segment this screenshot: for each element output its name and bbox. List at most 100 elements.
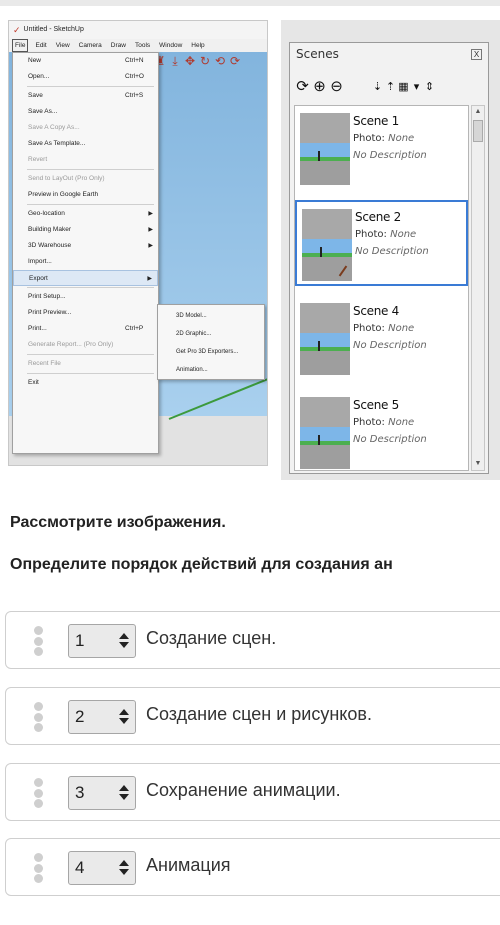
scene-thumbnail bbox=[302, 209, 352, 281]
updown-arrow-icon bbox=[119, 783, 129, 803]
file-menu-building-maker[interactable]: Building Maker ▶ bbox=[13, 222, 158, 238]
scene-description: No Description bbox=[355, 246, 429, 257]
show-details-icon[interactable]: ⇕ bbox=[423, 80, 436, 93]
file-menu-3d-warehouse[interactable]: 3D Warehouse ▶ bbox=[13, 238, 158, 254]
file-menu-geo-location-label: Geo-location bbox=[28, 210, 65, 217]
menu-camera[interactable]: Camera bbox=[77, 39, 104, 52]
scenes-toolbar: ⟳ ⊕ ⊖ ⇣ ⇡ ▦ ▾ ⇕ bbox=[294, 73, 484, 99]
submenu-arrow-icon: ▶ bbox=[147, 276, 152, 282]
file-menu-print[interactable]: Print... Ctrl+P bbox=[13, 321, 158, 337]
file-menu-exit[interactable]: Exit bbox=[13, 375, 158, 391]
export-3d-model[interactable]: 3D Model... bbox=[158, 307, 264, 325]
scene-item[interactable]: Scene 1 Photo: None No Description bbox=[295, 106, 468, 192]
scroll-up-icon[interactable]: ▲ bbox=[472, 106, 484, 118]
drag-handle-icon[interactable] bbox=[33, 853, 43, 883]
shortcut-label: Ctrl+N bbox=[125, 57, 144, 64]
photo-value: None bbox=[388, 133, 415, 144]
scroll-down-icon[interactable]: ▼ bbox=[472, 458, 484, 470]
order-select-value: 3 bbox=[75, 783, 85, 802]
order-select[interactable]: 1 bbox=[68, 624, 136, 658]
menu-edit[interactable]: Edit bbox=[33, 39, 48, 52]
menu-file[interactable]: File bbox=[12, 39, 29, 52]
order-item-label: Сохранение анимации. bbox=[146, 780, 341, 800]
file-menu-3d-warehouse-label: 3D Warehouse bbox=[28, 242, 72, 249]
file-menu-import[interactable]: Import... bbox=[13, 254, 158, 270]
order-select[interactable]: 3 bbox=[68, 776, 136, 810]
file-menu-save[interactable]: Save Ctrl+S bbox=[13, 88, 158, 104]
file-menu-send-to-layout: Send to LayOut (Pro Only) bbox=[28, 175, 105, 182]
remove-scene-icon[interactable]: ⊖ bbox=[328, 77, 345, 95]
drag-handle-icon[interactable] bbox=[33, 778, 43, 808]
order-select[interactable]: 4 bbox=[68, 851, 136, 885]
view-options-icon[interactable]: ▦ bbox=[397, 80, 410, 93]
update-scene-icon[interactable]: ⟳ bbox=[294, 77, 311, 95]
file-menu-export[interactable]: Export ▶ bbox=[13, 270, 158, 286]
menu-draw[interactable]: Draw bbox=[109, 39, 128, 52]
close-icon[interactable]: X bbox=[471, 49, 482, 60]
drag-handle-icon[interactable] bbox=[33, 626, 43, 656]
file-menu-preview-google-earth[interactable]: Preview in Google Earth bbox=[13, 187, 158, 203]
photo-label: Photo: bbox=[353, 323, 385, 334]
rotate-icon[interactable]: ↻ bbox=[199, 54, 211, 69]
menu-separator bbox=[27, 204, 154, 205]
file-menu-print-preview[interactable]: Print Preview... bbox=[13, 305, 158, 321]
scene-thumbnail bbox=[300, 303, 350, 375]
file-menu-open[interactable]: Open... Ctrl+O bbox=[13, 69, 158, 85]
photo-label: Photo: bbox=[355, 229, 387, 240]
shortcut-label: Ctrl+P bbox=[125, 325, 144, 332]
menu-help[interactable]: Help bbox=[189, 39, 206, 52]
scene-item[interactable]: Scene 5 Photo: None No Description bbox=[295, 390, 468, 470]
scroll-thumb[interactable] bbox=[473, 120, 483, 142]
file-menu-generate-report: Generate Report... (Pro Only) bbox=[28, 341, 114, 348]
order-item[interactable]: 3 Сохранение анимации. bbox=[5, 763, 500, 821]
scenes-scrollbar[interactable]: ▲ ▼ bbox=[471, 105, 485, 471]
question-prompt: Определите порядок действий для создания… bbox=[10, 556, 393, 573]
order-select-value: 2 bbox=[75, 707, 85, 726]
sketchup-toolbar: ♜ ⤓ ✥ ↻ ⟲ ⟳ bbox=[154, 54, 241, 69]
photo-value: None bbox=[390, 229, 417, 240]
submenu-arrow-icon: ▶ bbox=[148, 227, 153, 233]
move-scene-up-icon[interactable]: ⇡ bbox=[384, 80, 397, 93]
file-menu-new[interactable]: New Ctrl+N bbox=[13, 53, 158, 69]
scene-item-selected[interactable]: Scene 2 Photo: None No Description bbox=[295, 200, 468, 286]
export-get-pro-exporters[interactable]: Get Pro 3D Exporters... bbox=[158, 343, 264, 361]
scene-name: Scene 5 bbox=[353, 398, 399, 412]
order-item[interactable]: 4 Анимация bbox=[5, 838, 500, 896]
view-options-dropdown-icon[interactable]: ▾ bbox=[410, 80, 423, 93]
move-scene-down-icon[interactable]: ⇣ bbox=[371, 80, 384, 93]
updown-arrow-icon bbox=[119, 631, 129, 651]
menu-separator bbox=[27, 354, 154, 355]
drag-handle-icon[interactable] bbox=[33, 702, 43, 732]
add-scene-icon[interactable]: ⊕ bbox=[311, 77, 328, 95]
order-select[interactable]: 2 bbox=[68, 700, 136, 734]
sketchup-titlebar: ✓ Untitled - SketchUp bbox=[9, 21, 267, 39]
move-icon[interactable]: ✥ bbox=[184, 54, 196, 69]
shortcut-label: Ctrl+S bbox=[125, 92, 144, 99]
push-pull-icon[interactable]: ⤓ bbox=[169, 54, 181, 69]
scene-description: No Description bbox=[353, 434, 427, 445]
file-menu-geo-location[interactable]: Geo-location ▶ bbox=[13, 206, 158, 222]
file-menu-print-setup[interactable]: Print Setup... bbox=[13, 289, 158, 305]
scene-name: Scene 2 bbox=[355, 210, 401, 224]
order-item[interactable]: 2 Создание сцен и рисунков. bbox=[5, 687, 500, 745]
orbit-icon[interactable]: ⟳ bbox=[229, 54, 241, 69]
scene-name: Scene 1 bbox=[353, 114, 399, 128]
order-item-label: Анимация bbox=[146, 855, 231, 875]
scene-description: No Description bbox=[353, 340, 427, 351]
order-select-value: 1 bbox=[75, 631, 85, 650]
file-menu-save-copy-as: Save A Copy As... bbox=[28, 124, 80, 131]
order-select-value: 4 bbox=[75, 858, 85, 877]
export-animation[interactable]: Animation... bbox=[158, 361, 264, 379]
photo-value: None bbox=[388, 417, 415, 428]
scene-item[interactable]: Scene 4 Photo: None No Description bbox=[295, 296, 468, 382]
shortcut-label: Ctrl+O bbox=[125, 73, 144, 80]
menu-view[interactable]: View bbox=[54, 39, 72, 52]
file-menu-save-as[interactable]: Save As... bbox=[13, 104, 158, 120]
menu-window[interactable]: Window bbox=[157, 39, 184, 52]
file-menu-save-as-template[interactable]: Save As Template... bbox=[13, 136, 158, 152]
follow-me-icon[interactable]: ⟲ bbox=[214, 54, 226, 69]
photo-value: None bbox=[388, 323, 415, 334]
export-2d-graphic[interactable]: 2D Graphic... bbox=[158, 325, 264, 343]
menu-tools[interactable]: Tools bbox=[133, 39, 152, 52]
order-item[interactable]: 1 Создание сцен. bbox=[5, 611, 500, 669]
